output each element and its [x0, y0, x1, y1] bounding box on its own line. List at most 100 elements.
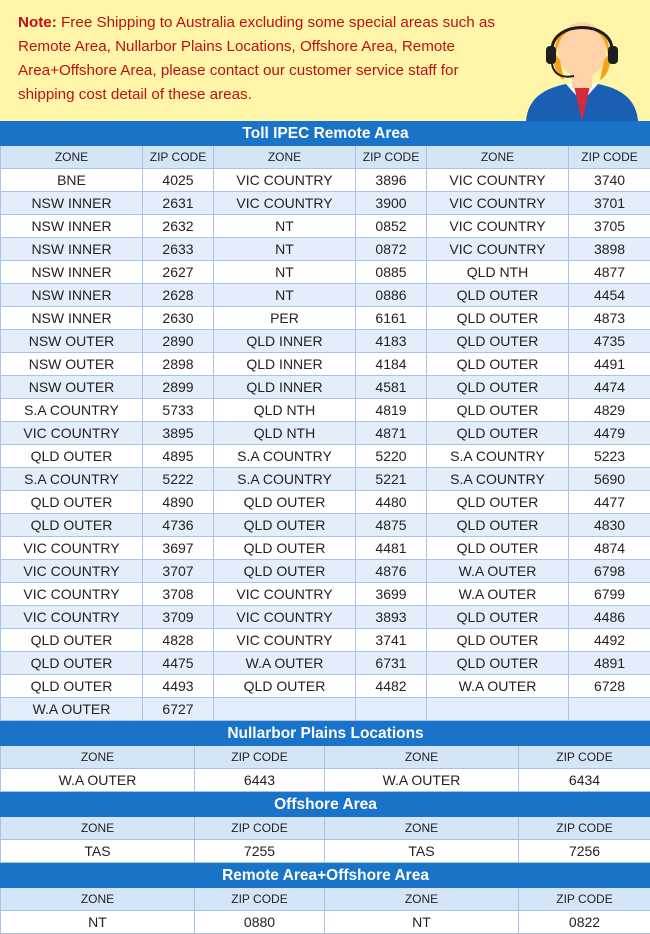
zone-cell: VIC COUNTRY [1, 422, 143, 445]
zone-cell: VIC COUNTRY [1, 560, 143, 583]
zone-cell: NT [214, 238, 356, 261]
zone-cell: NSW INNER [1, 215, 143, 238]
table-row: NSW INNER2631VIC COUNTRY3900VIC COUNTRY3… [1, 192, 650, 215]
table-row: NSW INNER2633NT0872VIC COUNTRY3898 [1, 238, 650, 261]
zip-code-cell: 3699 [356, 583, 427, 606]
zone-cell: QLD NTH [214, 422, 356, 445]
zone-cell: VIC COUNTRY [214, 169, 356, 192]
table-row: NT0880NT0822 [1, 911, 650, 934]
table-row: VIC COUNTRY3895QLD NTH4871QLD OUTER4479 [1, 422, 650, 445]
column-header-zone: ZONE [325, 746, 519, 769]
zone-cell: W.A OUTER [1, 698, 143, 721]
table-row: NSW OUTER2899QLD INNER4581QLD OUTER4474 [1, 376, 650, 399]
zip-code-cell: 0872 [356, 238, 427, 261]
zone-cell: QLD OUTER [427, 284, 569, 307]
nullarbor-title: Nullarbor Plains Locations [1, 722, 650, 746]
zip-code-cell: 4491 [569, 353, 650, 376]
zone-cell: QLD OUTER [427, 606, 569, 629]
toll-ipec-title: Toll IPEC Remote Area [1, 122, 650, 146]
column-header-zip-code: ZIP CODE [519, 746, 650, 769]
zip-code-cell: 0880 [195, 911, 325, 934]
zone-cell: QLD OUTER [214, 491, 356, 514]
offshore-title: Offshore Area [1, 793, 650, 817]
zone-cell: VIC COUNTRY [1, 583, 143, 606]
zip-code-cell: 0822 [519, 911, 650, 934]
zip-code-cell: 4873 [569, 307, 650, 330]
zip-code-cell: 6443 [195, 769, 325, 792]
zip-code-cell: 6727 [143, 698, 214, 721]
zone-cell: NSW INNER [1, 261, 143, 284]
zip-code-cell: 4482 [356, 675, 427, 698]
zip-code-cell: 4481 [356, 537, 427, 560]
zip-code-cell: 4874 [569, 537, 650, 560]
zone-cell: QLD OUTER [427, 376, 569, 399]
zone-cell: NSW INNER [1, 192, 143, 215]
zip-code-cell: 3895 [143, 422, 214, 445]
column-header-zone: ZONE [1, 888, 195, 911]
zip-code-cell: 0886 [356, 284, 427, 307]
shipping-note: Note: Free Shipping to Australia excludi… [18, 11, 508, 107]
zone-cell: NT [214, 215, 356, 238]
zone-cell: VIC COUNTRY [427, 238, 569, 261]
column-header-zone: ZONE [214, 146, 356, 169]
nullarbor-plains-table: Nullarbor Plains Locations ZONE ZIP CODE… [0, 721, 650, 792]
zip-code-cell: 4474 [569, 376, 650, 399]
zip-code-cell: 3708 [143, 583, 214, 606]
zone-cell: QLD OUTER [214, 514, 356, 537]
zip-code-cell: 2627 [143, 261, 214, 284]
zip-code-cell: 5220 [356, 445, 427, 468]
zone-cell: NSW OUTER [1, 376, 143, 399]
zip-code-cell: 0885 [356, 261, 427, 284]
zone-cell: QLD OUTER [1, 445, 143, 468]
zone-cell: QLD OUTER [427, 353, 569, 376]
zip-code-cell: 3898 [569, 238, 650, 261]
zone-cell: BNE [1, 169, 143, 192]
zone-cell: W.A OUTER [214, 652, 356, 675]
zip-code-cell: 4581 [356, 376, 427, 399]
table-row: NSW OUTER2890QLD INNER4183QLD OUTER4735 [1, 330, 650, 353]
zone-cell: W.A OUTER [1, 769, 195, 792]
zip-code-cell: 4735 [569, 330, 650, 353]
zone-cell: QLD OUTER [1, 675, 143, 698]
column-header-zone: ZONE [325, 888, 519, 911]
zip-code-cell: 5690 [569, 468, 650, 491]
zone-cell: NT [214, 261, 356, 284]
zone-cell: QLD OUTER [214, 675, 356, 698]
column-header-zone: ZONE [427, 146, 569, 169]
zip-code-cell: 3709 [143, 606, 214, 629]
zone-cell: S.A COUNTRY [427, 445, 569, 468]
zone-cell: S.A COUNTRY [1, 468, 143, 491]
zip-code-cell: 3741 [356, 629, 427, 652]
remote-offshore-area-table: Remote Area+Offshore Area ZONE ZIP CODE … [0, 863, 650, 934]
column-header-zone: ZONE [1, 146, 143, 169]
zone-cell [214, 698, 356, 721]
table-row: BNE4025VIC COUNTRY3896VIC COUNTRY3740 [1, 169, 650, 192]
zone-cell: VIC COUNTRY [427, 192, 569, 215]
table-row: QLD OUTER4895S.A COUNTRY5220S.A COUNTRY5… [1, 445, 650, 468]
zone-cell: VIC COUNTRY [427, 215, 569, 238]
table-row: NSW INNER2632NT0852VIC COUNTRY3705 [1, 215, 650, 238]
zip-code-cell: 2631 [143, 192, 214, 215]
zone-cell: QLD OUTER [427, 422, 569, 445]
zip-code-cell: 4183 [356, 330, 427, 353]
zip-code-cell: 3893 [356, 606, 427, 629]
zip-code-cell: 7256 [519, 840, 650, 863]
zone-cell: QLD OUTER [427, 307, 569, 330]
table-row: QLD OUTER4890QLD OUTER4480QLD OUTER4477 [1, 491, 650, 514]
zone-cell: QLD OUTER [427, 491, 569, 514]
table-row: TAS7255TAS7256 [1, 840, 650, 863]
zone-cell: VIC COUNTRY [1, 606, 143, 629]
zone-cell: PER [214, 307, 356, 330]
zip-code-cell [356, 698, 427, 721]
zip-code-cell: 3697 [143, 537, 214, 560]
zip-code-cell: 4876 [356, 560, 427, 583]
zip-code-cell: 4890 [143, 491, 214, 514]
zip-code-cell: 3707 [143, 560, 214, 583]
zip-code-cell: 6798 [569, 560, 650, 583]
zone-cell: S.A COUNTRY [1, 399, 143, 422]
zip-code-cell: 3900 [356, 192, 427, 215]
offshore-area-table: Offshore Area ZONE ZIP CODE ZONE ZIP COD… [0, 792, 650, 863]
zip-code-cell: 6731 [356, 652, 427, 675]
zone-cell: NT [1, 911, 195, 934]
zip-code-cell: 4871 [356, 422, 427, 445]
